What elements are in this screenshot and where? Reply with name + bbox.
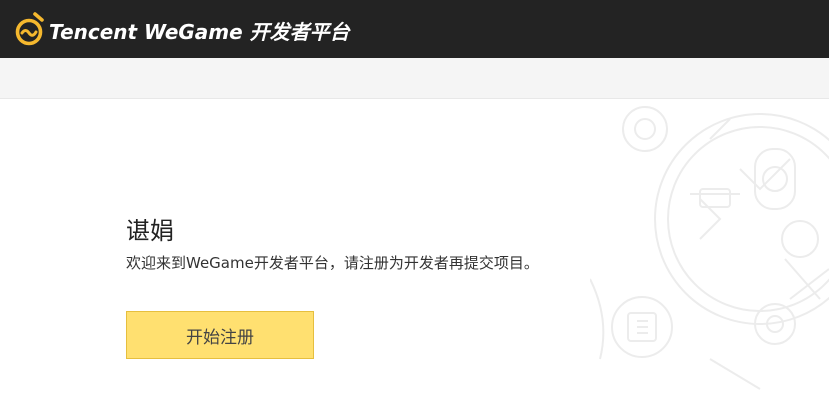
secondary-nav-bar (0, 58, 829, 99)
wegame-logo-icon[interactable] (15, 11, 45, 47)
decorative-gear-illustration-icon (590, 106, 829, 390)
welcome-message: 欢迎来到WeGame开发者平台，请注册为开发者再提交项目。 (126, 254, 539, 272)
start-register-button[interactable]: 开始注册 (126, 311, 314, 359)
welcome-section: 谌娟 欢迎来到WeGame开发者平台，请注册为开发者再提交项目。 (126, 214, 539, 274)
top-navigation-bar: Tencent WeGame 开发者平台 (0, 0, 829, 58)
brand-title[interactable]: Tencent WeGame 开发者平台 (49, 16, 350, 45)
username-heading: 谌娟 (126, 217, 174, 245)
